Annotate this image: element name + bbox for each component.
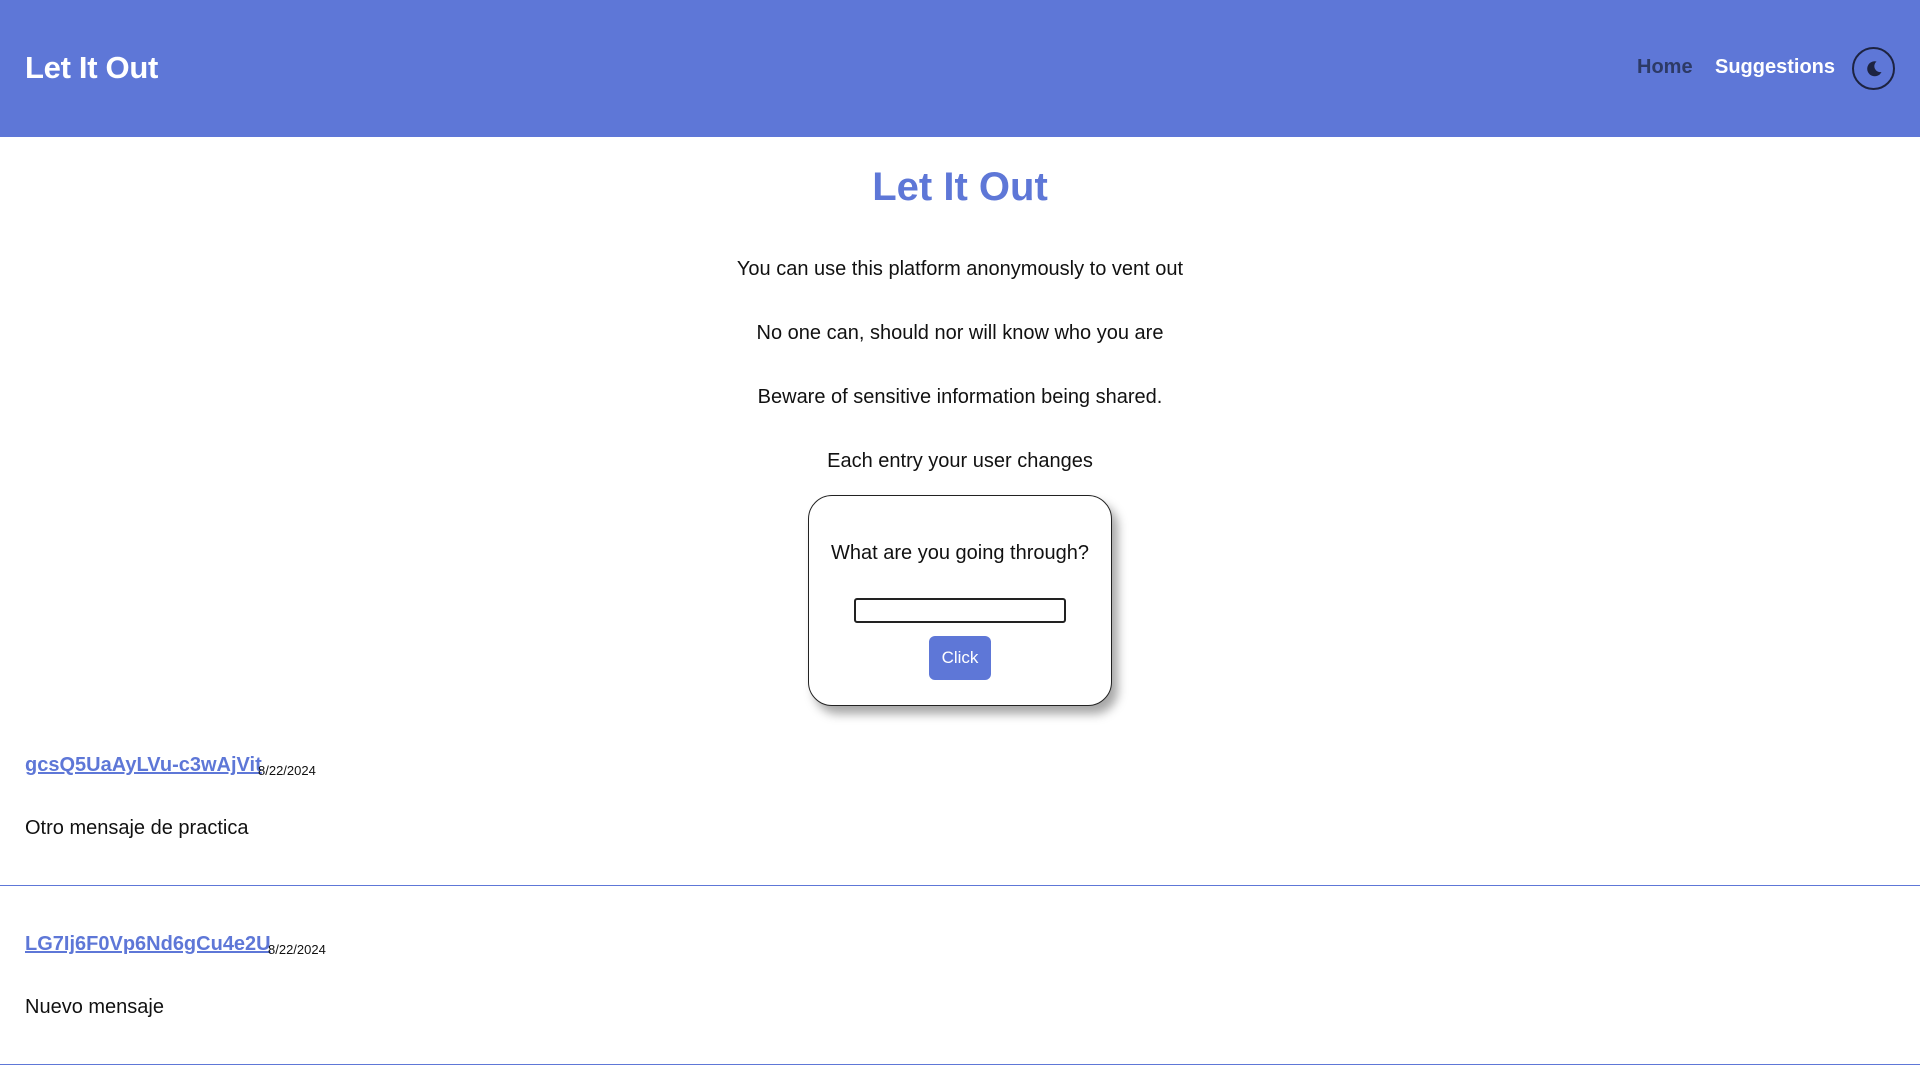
post-message: Nuevo mensaje — [25, 996, 164, 1018]
intro-text-user-changes: Each entry your user changes — [827, 450, 1093, 472]
vent-form-card: What are you going through? Click — [808, 495, 1112, 706]
post-user-link[interactable]: LG7Ij6F0Vp6Nd6gCu4e2U — [25, 933, 271, 956]
post-date: 8/22/2024 — [258, 763, 316, 778]
post-message: Otro mensaje de practica — [25, 817, 249, 839]
moon-icon — [1866, 60, 1881, 76]
post-user-link[interactable]: gcsQ5UaAyLVu-c3wAjVit — [25, 754, 262, 777]
brand-logo[interactable]: Let It Out — [25, 50, 158, 86]
post-date: 8/22/2024 — [268, 942, 326, 957]
post-item: gcsQ5UaAyLVu-c3wAjVit 8/22/2024 Otro men… — [0, 748, 1920, 886]
vent-message-input[interactable] — [854, 598, 1066, 623]
intro-text-privacy: No one can, should nor will know who you… — [756, 322, 1164, 344]
intro-text-anonymous: You can use this platform anonymously to… — [736, 258, 1184, 280]
page-title: Let It Out — [872, 165, 1048, 209]
vent-question-label: What are you going through? — [831, 542, 1089, 564]
theme-toggle-button[interactable] — [1852, 47, 1895, 90]
submit-button[interactable]: Click — [929, 636, 991, 680]
nav-link-suggestions[interactable]: Suggestions — [1715, 56, 1835, 79]
intro-text-warning: Beware of sensitive information being sh… — [757, 386, 1163, 408]
nav-link-home[interactable]: Home — [1637, 56, 1693, 79]
navbar: Let It Out Home Suggestions — [0, 0, 1920, 137]
post-item: LG7Ij6F0Vp6Nd6gCu4e2U 8/22/2024 Nuevo me… — [0, 927, 1920, 1065]
